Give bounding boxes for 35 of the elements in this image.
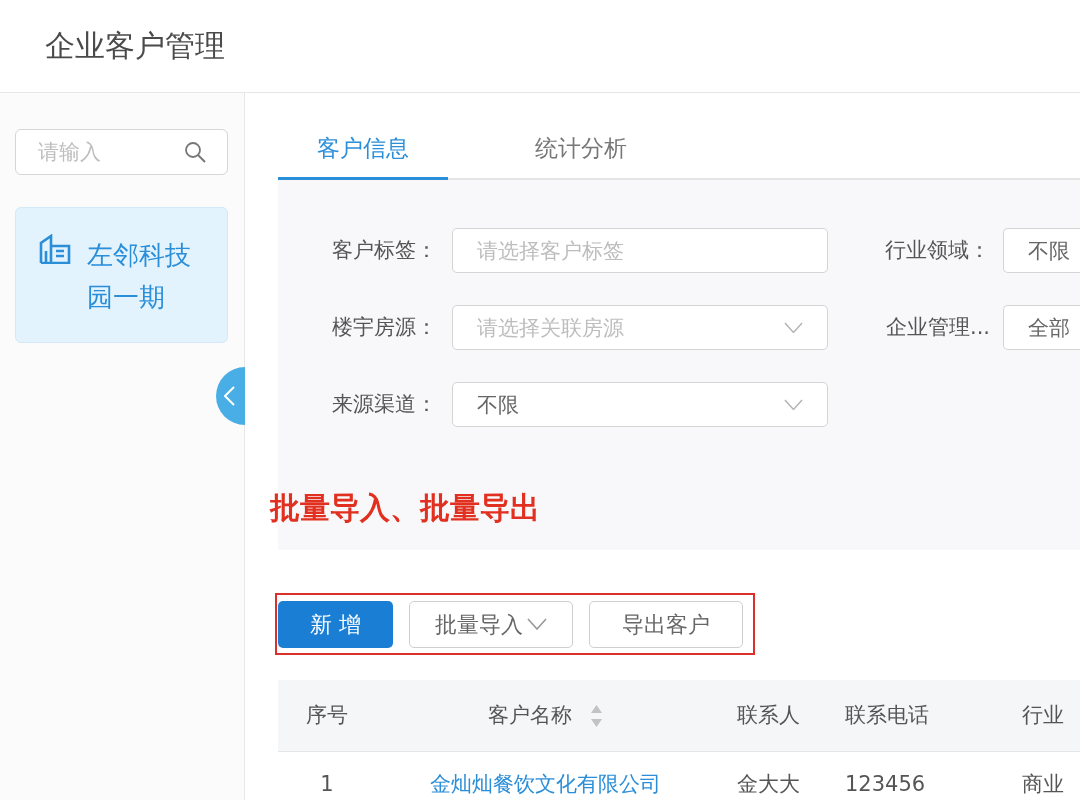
chevron-down-icon <box>784 322 803 334</box>
chevron-down-icon <box>784 399 803 411</box>
annotation-text: 批量导入、批量导出 <box>270 490 540 526</box>
table-cell-text: 金大大 <box>736 772 801 796</box>
add-button[interactable]: 新 增 <box>278 600 393 648</box>
park-name: 左邻科技园一期 <box>87 239 192 314</box>
column-header: 联系电话 <box>844 701 930 729</box>
building-icon <box>39 234 71 264</box>
select-field[interactable]: 不限 <box>452 382 828 427</box>
column-header: 序号 <box>306 701 348 729</box>
export-button[interactable]: 导出客户 <box>589 600 743 648</box>
chevron-down-icon <box>527 618 547 630</box>
filter-label: 企业管理... <box>885 313 990 341</box>
filter-label: 行业领域： <box>885 236 990 264</box>
column-header: 联系人 <box>736 701 801 729</box>
table-cell-text: 123456 <box>844 772 927 796</box>
input-field[interactable]: 请选择客户标签 <box>452 228 828 273</box>
chevron-left-icon <box>224 386 235 406</box>
search-field[interactable]: 请输入 <box>15 129 228 175</box>
page-title: 企业客户管理 <box>45 28 225 64</box>
tab[interactable]: 统计分析 <box>448 120 714 180</box>
import-dropdown-button[interactable]: 批量导入 <box>409 600 573 648</box>
select-field[interactable]: 请选择关联房源 <box>452 305 828 350</box>
column-header[interactable]: 客户名称 <box>487 699 572 732</box>
input-field[interactable]: 不限 <box>1003 228 1080 273</box>
company-link[interactable]: 金灿灿餐饮文化有限公司 <box>429 772 661 796</box>
column-header: 行业 <box>1021 701 1065 729</box>
input-field[interactable]: 全部 <box>1003 305 1080 350</box>
row-number: 1 <box>320 772 334 796</box>
filter-label: 客户标签： <box>332 236 437 264</box>
table-cell-text: 商业 <box>1021 772 1065 796</box>
filter-label: 来源渠道： <box>332 390 437 418</box>
search-icon <box>184 141 206 163</box>
filter-label: 楼宇房源： <box>332 313 437 341</box>
park-item[interactable]: 左邻科技园一期 <box>15 207 228 343</box>
